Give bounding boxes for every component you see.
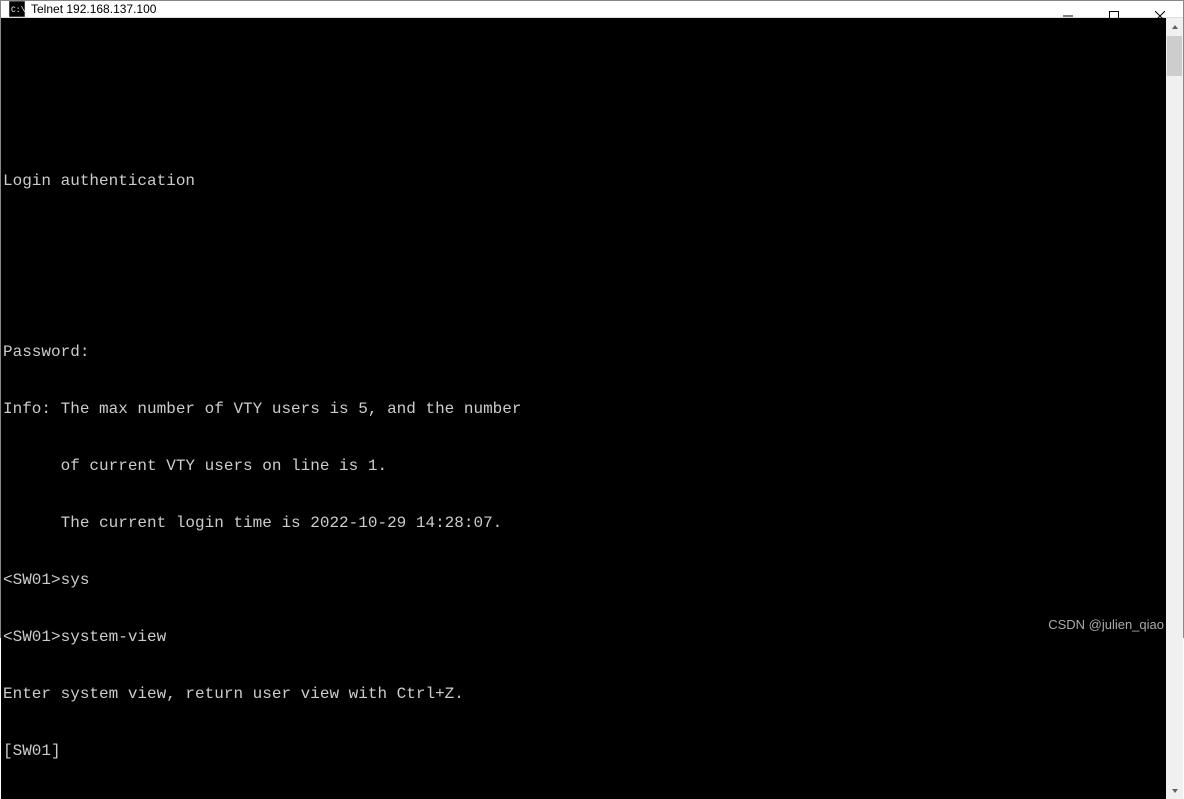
terminal-line: Enter system view, return user view with… bbox=[3, 685, 1166, 704]
scroll-thumb[interactable] bbox=[1167, 36, 1182, 76]
scroll-down-button[interactable] bbox=[1166, 782, 1183, 799]
terminal-area: Login authentication Password: Info: The… bbox=[1, 18, 1183, 799]
svg-text:C:\: C:\ bbox=[11, 6, 25, 15]
terminal-line: [SW01] bbox=[3, 742, 1166, 761]
terminal-line: of current VTY users on line is 1. bbox=[3, 457, 1166, 476]
terminal-output[interactable]: Login authentication Password: Info: The… bbox=[1, 18, 1166, 799]
terminal-line: Password: bbox=[3, 343, 1166, 362]
terminal-line bbox=[3, 115, 1166, 134]
title-bar: C:\ Telnet 192.168.137.100 bbox=[1, 1, 1183, 18]
cmd-icon: C:\ bbox=[9, 1, 25, 17]
terminal-line: Info: The max number of VTY users is 5, … bbox=[3, 400, 1166, 419]
terminal-line: The current login time is 2022-10-29 14:… bbox=[3, 514, 1166, 533]
terminal-line: Login authentication bbox=[3, 172, 1166, 191]
terminal-line bbox=[3, 286, 1166, 305]
scroll-up-button[interactable] bbox=[1166, 18, 1183, 35]
window-title: Telnet 192.168.137.100 bbox=[31, 2, 156, 16]
telnet-window: C:\ Telnet 192.168.137.100 Login authent… bbox=[0, 0, 1184, 638]
terminal-line bbox=[3, 229, 1166, 248]
vertical-scrollbar[interactable] bbox=[1166, 18, 1183, 799]
terminal-line: <SW01>sys bbox=[3, 571, 1166, 590]
terminal-line bbox=[3, 58, 1166, 77]
